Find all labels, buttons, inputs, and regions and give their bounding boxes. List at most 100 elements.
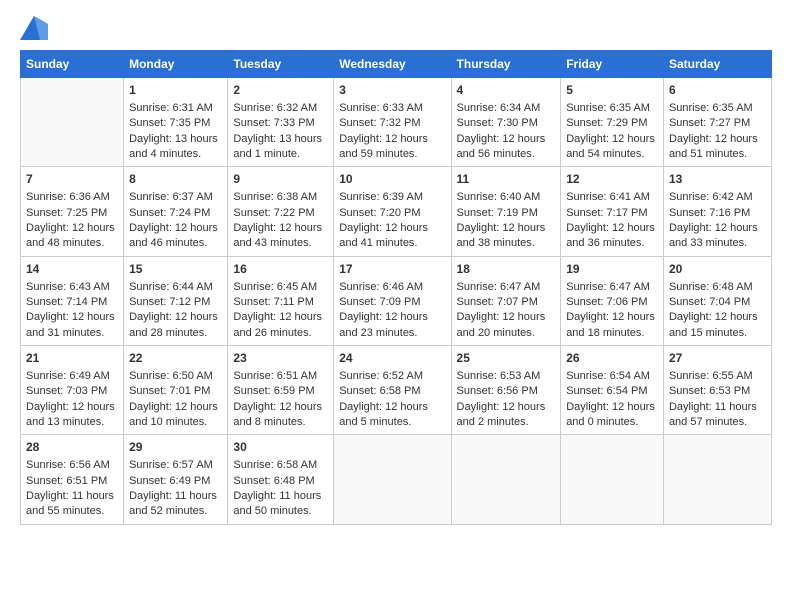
daylight-label: Daylight: 12 hours and 33 minutes. xyxy=(669,222,758,249)
sunrise: Sunrise: 6:49 AM xyxy=(26,370,110,382)
col-header-saturday: Saturday xyxy=(663,51,771,78)
cal-cell: 16 Sunrise: 6:45 AM Sunset: 7:11 PM Dayligh… xyxy=(228,256,334,345)
daylight-label: Daylight: 12 hours and 46 minutes. xyxy=(129,222,218,249)
day-number: 14 xyxy=(26,261,118,278)
sunset: Sunset: 7:11 PM xyxy=(233,296,314,308)
sunset: Sunset: 6:51 PM xyxy=(26,475,107,487)
cal-cell: 9Sunrise: 6:38 AMSunset: 7:22 PMDaylight… xyxy=(228,167,334,256)
sunset: Sunset: 7:27 PM xyxy=(669,117,750,129)
sunset: Sunset: 7:03 PM xyxy=(26,385,107,397)
sunset: Sunset: 7:17 PM xyxy=(566,207,647,219)
week-row-0: 1Sunrise: 6:31 AMSunset: 7:35 PMDaylight… xyxy=(21,78,772,167)
sunrise: Sunrise: 6:43 AM xyxy=(26,281,110,293)
daylight-label: Daylight: 11 hours and 57 minutes. xyxy=(669,401,757,428)
sunrise: Sunrise: 6:39 AM xyxy=(339,191,423,203)
sunset: Sunset: 7:07 PM xyxy=(457,296,538,308)
sunrise: Sunrise: 6:44 AM xyxy=(129,281,213,293)
day-number: 1 xyxy=(129,82,222,99)
cal-cell: 30Sunrise: 6:58 AMSunset: 6:48 PMDayligh… xyxy=(228,435,334,524)
daylight-label: Daylight: 12 hours and 26 minutes. xyxy=(233,311,322,338)
day-number: 25 xyxy=(457,350,556,367)
daylight-label: Daylight: 12 hours and 51 minutes. xyxy=(669,133,758,160)
day-number: 27 xyxy=(669,350,766,367)
cal-cell: 13Sunrise: 6:42 AMSunset: 7:16 PMDayligh… xyxy=(663,167,771,256)
week-row-1: 7Sunrise: 6:36 AMSunset: 7:25 PMDaylight… xyxy=(21,167,772,256)
day-number: 6 xyxy=(669,82,766,99)
cal-cell xyxy=(21,78,124,167)
cal-cell: 4Sunrise: 6:34 AMSunset: 7:30 PMDaylight… xyxy=(451,78,561,167)
sunrise: Sunrise: 6:47 AM xyxy=(457,281,541,293)
cal-cell: 29Sunrise: 6:57 AMSunset: 6:49 PMDayligh… xyxy=(124,435,228,524)
daylight-label: Daylight: 12 hours and 10 minutes. xyxy=(129,401,218,428)
cal-cell: 3Sunrise: 6:33 AMSunset: 7:32 PMDaylight… xyxy=(334,78,451,167)
daylight-label: Daylight: 12 hours and 54 minutes. xyxy=(566,133,655,160)
sunrise: Sunrise: 6:58 AM xyxy=(233,459,317,471)
sunset: Sunset: 6:59 PM xyxy=(233,385,314,397)
cal-cell: 8 Sunrise: 6:37 AM Sunset: 7:24 PM Daylight… xyxy=(124,167,228,256)
sunrise: Sunrise: 6:35 AM xyxy=(669,102,753,114)
sunrise: Sunrise: 6:53 AM xyxy=(457,370,541,382)
daylight-label: Daylight: 12 hours and 43 minutes. xyxy=(233,222,322,249)
daylight-label: Daylight: 12 hours and 13 minutes. xyxy=(26,401,115,428)
sunset: Sunset: 7:25 PM xyxy=(26,207,107,219)
week-row-2: 14 Sunrise: 6:43 AM Sunset: 7:14 PM Dayligh… xyxy=(21,256,772,345)
sunrise: Sunrise: 6:51 AM xyxy=(233,370,317,382)
sunrise: Sunrise: 6:35 AM xyxy=(566,102,650,114)
cal-cell: 2Sunrise: 6:32 AMSunset: 7:33 PMDaylight… xyxy=(228,78,334,167)
sunrise: Sunrise: 6:36 AM xyxy=(26,191,110,203)
cal-cell: 28Sunrise: 6:56 AMSunset: 6:51 PMDayligh… xyxy=(21,435,124,524)
cal-cell xyxy=(663,435,771,524)
daylight-label: Daylight: 12 hours and 48 minutes. xyxy=(26,222,115,249)
cal-cell xyxy=(561,435,664,524)
day-number: 28 xyxy=(26,439,118,456)
daylight-label: Daylight: 13 hours and 4 minutes. xyxy=(129,133,218,160)
day-number: 5 xyxy=(566,82,658,99)
sunrise: Sunrise: 6:57 AM xyxy=(129,459,213,471)
cal-cell: 5Sunrise: 6:35 AMSunset: 7:29 PMDaylight… xyxy=(561,78,664,167)
sunset: Sunset: 7:01 PM xyxy=(129,385,210,397)
col-header-tuesday: Tuesday xyxy=(228,51,334,78)
day-number: 8 xyxy=(129,171,222,188)
sunrise: Sunrise: 6:56 AM xyxy=(26,459,110,471)
cal-cell: 23Sunrise: 6:51 AMSunset: 6:59 PMDayligh… xyxy=(228,346,334,435)
sunrise: Sunrise: 6:48 AM xyxy=(669,281,753,293)
sunset: Sunset: 7:24 PM xyxy=(129,207,210,219)
sunset: Sunset: 7:09 PM xyxy=(339,296,420,308)
day-number: 9 xyxy=(233,171,328,188)
sunrise: Sunrise: 6:37 AM xyxy=(129,191,213,203)
day-number: 4 xyxy=(457,82,556,99)
daylight-label: Daylight: 12 hours and 8 minutes. xyxy=(233,401,322,428)
day-number: 16 xyxy=(233,261,328,278)
cal-cell: 20Sunrise: 6:48 AMSunset: 7:04 PMDayligh… xyxy=(663,256,771,345)
calendar-table: SundayMondayTuesdayWednesdayThursdayFrid… xyxy=(20,50,772,525)
daylight-label: Daylight: 12 hours and 5 minutes. xyxy=(339,401,428,428)
sunrise: Sunrise: 6:55 AM xyxy=(669,370,753,382)
sunset: Sunset: 7:14 PM xyxy=(26,296,107,308)
cal-cell: 26Sunrise: 6:54 AMSunset: 6:54 PMDayligh… xyxy=(561,346,664,435)
daylight-label: Daylight: 12 hours and 59 minutes. xyxy=(339,133,428,160)
cal-cell: 22Sunrise: 6:50 AMSunset: 7:01 PMDayligh… xyxy=(124,346,228,435)
sunset: Sunset: 6:54 PM xyxy=(566,385,647,397)
daylight-label: Daylight: 12 hours and 28 minutes. xyxy=(129,311,218,338)
sunrise: Sunrise: 6:33 AM xyxy=(339,102,423,114)
sunrise: Sunrise: 6:46 AM xyxy=(339,281,423,293)
sunrise: Sunrise: 6:52 AM xyxy=(339,370,423,382)
sunset: Sunset: 7:20 PM xyxy=(339,207,420,219)
cal-cell: 10Sunrise: 6:39 AMSunset: 7:20 PMDayligh… xyxy=(334,167,451,256)
daylight-label: Daylight: 12 hours and 18 minutes. xyxy=(566,311,655,338)
day-number: 13 xyxy=(669,171,766,188)
sunset: Sunset: 7:04 PM xyxy=(669,296,750,308)
sunrise: Sunrise: 6:40 AM xyxy=(457,191,541,203)
daylight-label: Daylight: 12 hours and 20 minutes. xyxy=(457,311,546,338)
sunset: Sunset: 6:58 PM xyxy=(339,385,420,397)
day-number: 17 xyxy=(339,261,445,278)
daylight-label: Daylight: 12 hours and 15 minutes. xyxy=(669,311,758,338)
cal-cell: 21Sunrise: 6:49 AMSunset: 7:03 PMDayligh… xyxy=(21,346,124,435)
cal-cell: 19Sunrise: 6:47 AMSunset: 7:06 PMDayligh… xyxy=(561,256,664,345)
daylight-label: Daylight: 12 hours and 0 minutes. xyxy=(566,401,655,428)
sunrise: Sunrise: 6:45 AM xyxy=(233,281,317,293)
daylight-label: Daylight: 12 hours and 2 minutes. xyxy=(457,401,546,428)
logo xyxy=(20,16,52,40)
daylight-label: Daylight: 12 hours and 36 minutes. xyxy=(566,222,655,249)
sunrise: Sunrise: 6:31 AM xyxy=(129,102,213,114)
